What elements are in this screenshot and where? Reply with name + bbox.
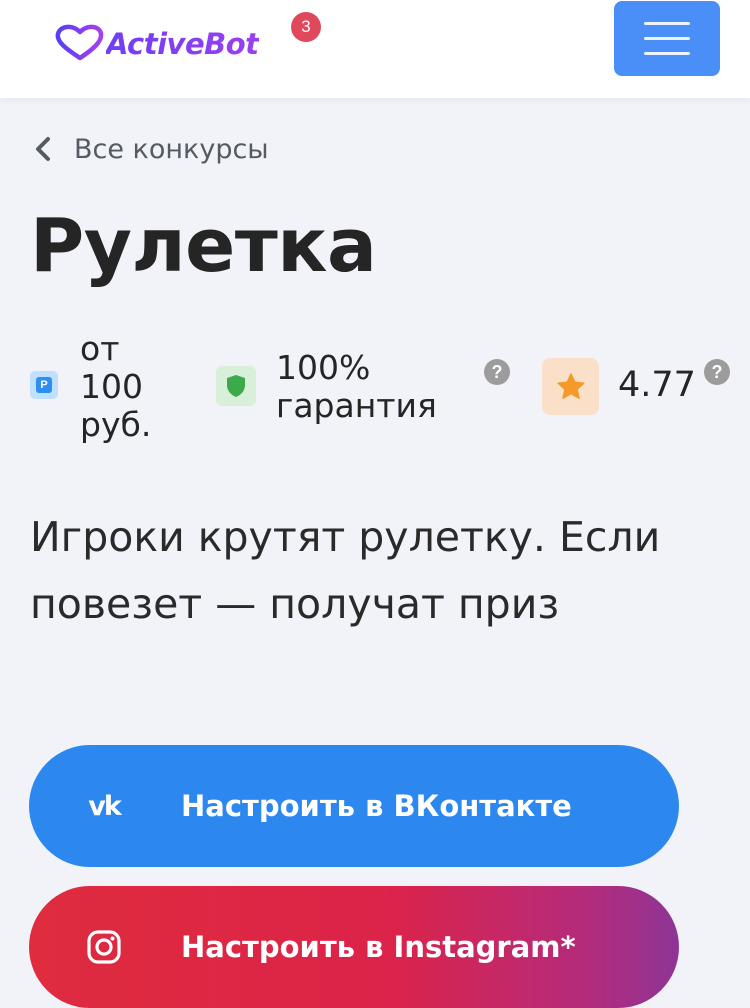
breadcrumb[interactable]: Все конкурсы <box>32 128 269 170</box>
setup-instagram-label: Настроить в Instagram* <box>181 930 576 964</box>
guarantee-icon <box>216 366 256 406</box>
logo[interactable]: ActiveBot <box>30 18 259 66</box>
hamburger-icon <box>644 22 690 25</box>
top-header: ActiveBot 3 <box>0 0 750 98</box>
page-title: Рулетка <box>30 203 377 289</box>
star-icon <box>556 373 585 399</box>
menu-button[interactable] <box>614 1 720 76</box>
guarantee-label: 100% гарантия <box>276 348 437 425</box>
hamburger-icon-line <box>644 52 690 55</box>
rating-help-icon[interactable]: ? <box>704 359 730 385</box>
rating-icon <box>542 358 599 415</box>
notification-badge[interactable]: 3 <box>291 12 321 42</box>
chevron-left-icon <box>36 137 50 161</box>
price-label: от 100 руб. <box>80 329 152 444</box>
heart-speed-icon <box>30 24 104 61</box>
logo-text: ActiveBot <box>106 27 259 61</box>
hamburger-icon-line <box>644 37 690 40</box>
setup-instagram-button[interactable]: Настроить в Instagram* <box>29 886 679 1008</box>
shield-icon <box>227 375 245 397</box>
vk-icon-glyph: vk <box>88 790 122 822</box>
back-link[interactable]: Все конкурсы <box>74 134 269 165</box>
guarantee-help-icon[interactable]: ? <box>484 359 510 385</box>
vk-icon: vk <box>85 787 123 825</box>
ruble-icon: Р <box>36 377 52 393</box>
setup-vk-button[interactable]: vk Настроить в ВКонтакте <box>29 745 679 867</box>
rating-value: 4.77 <box>618 365 696 405</box>
instagram-icon <box>85 928 123 966</box>
price-icon: Р <box>30 371 58 399</box>
setup-vk-label: Настроить в ВКонтакте <box>181 789 572 823</box>
contest-description: Игроки крутят рулетку. Если повезет — по… <box>30 513 661 628</box>
